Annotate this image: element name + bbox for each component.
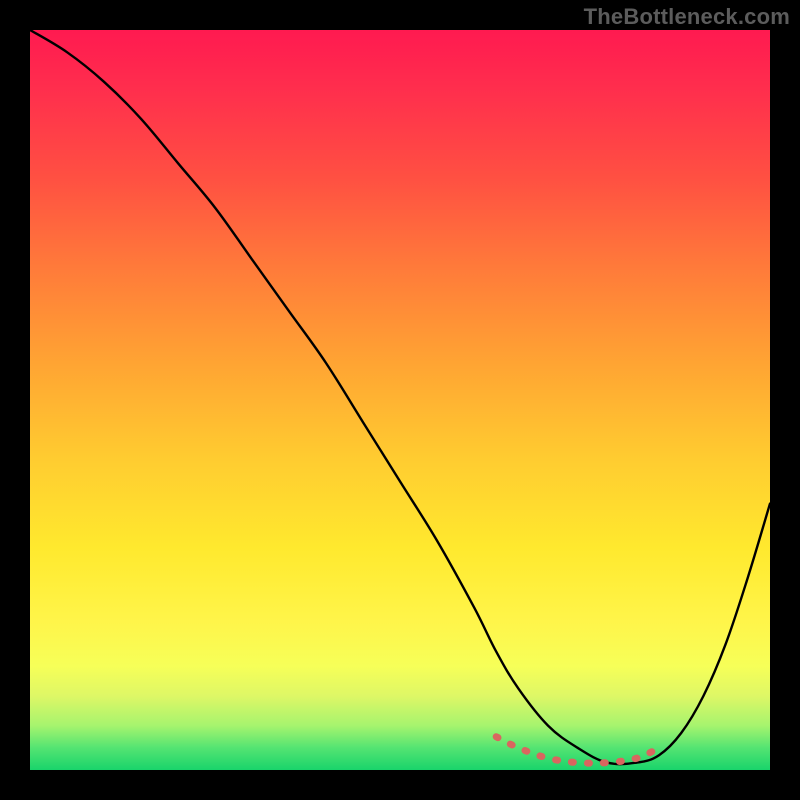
chart-curve-layer <box>30 30 770 770</box>
watermark-text: TheBottleneck.com <box>584 4 790 30</box>
chart-plot-area <box>30 30 770 770</box>
chart-main-line <box>30 30 770 764</box>
chart-bottom-dotted <box>496 737 659 764</box>
